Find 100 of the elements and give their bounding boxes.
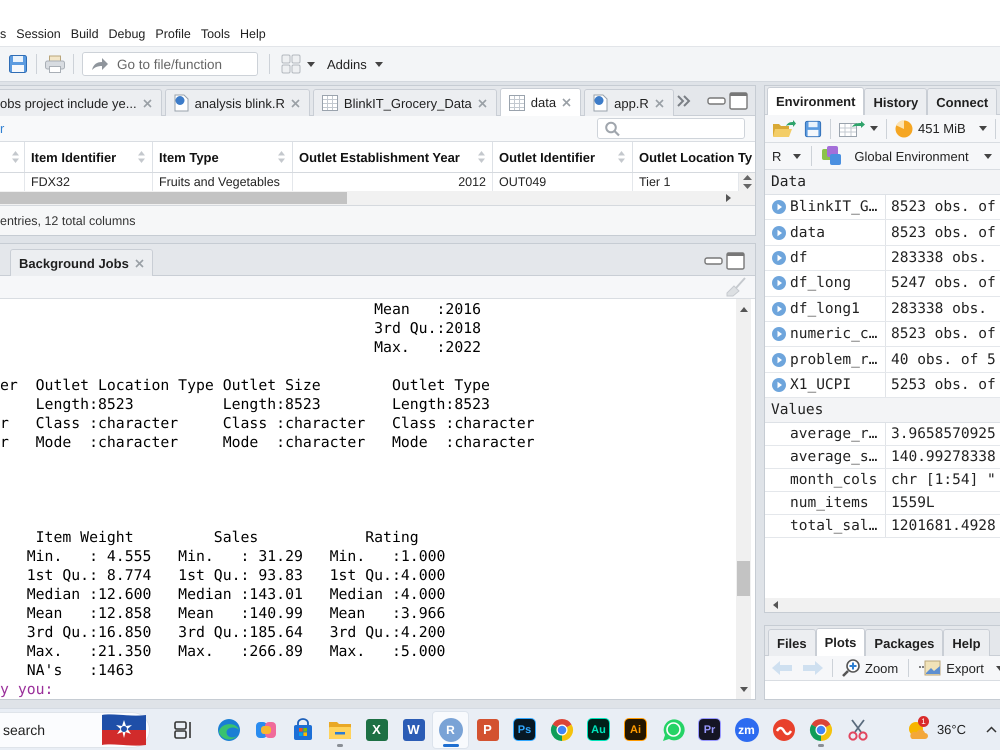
pane-tab[interactable]: Environment [767,87,864,115]
menu-item[interactable]: s [0,27,6,41]
minimize-icon[interactable] [706,96,726,104]
scrollbar-thumb[interactable] [737,561,750,596]
language-menu[interactable]: R [772,148,802,164]
scrollbar-thumb[interactable] [0,192,347,204]
variable-name[interactable]: numeric_c… [790,326,878,342]
pane-tab[interactable]: Connect [927,88,998,115]
expand-icon[interactable] [772,250,786,265]
expand-icon[interactable] [772,200,786,214]
addins-menu[interactable]: Addins [325,56,385,72]
search-field[interactable] [597,118,745,139]
pane-tab[interactable]: Background Jobs [10,249,153,276]
chevron-up-icon[interactable] [986,726,997,733]
print-icon[interactable] [45,55,65,73]
variable-name[interactable]: BlinkIT_G… [790,199,878,216]
minimize-icon[interactable] [704,256,723,264]
menu-item[interactable]: Tools [200,27,230,41]
taskbar-app-button[interactable]: X [358,710,395,748]
environment-menu[interactable]: Global Environment [822,146,992,166]
scroll-down-icon[interactable] [740,686,748,692]
sort-icon[interactable] [138,151,145,163]
memory-usage-menu[interactable]: 451 MiB [895,120,987,138]
multicolor-ring-icon [808,718,832,742]
variable-name[interactable]: problem_r… [790,352,878,368]
export-menu[interactable]: Export [919,660,1000,676]
maximize-icon[interactable] [728,92,748,110]
expand-icon[interactable] [772,226,786,240]
variable-name[interactable]: month_cols [790,472,878,488]
double-chevron-icon[interactable] [676,94,691,106]
expand-icon[interactable] [772,276,786,290]
variable-name[interactable]: X1_UCPI [790,376,852,393]
open-folder-icon[interactable] [772,120,796,138]
sort-icon[interactable] [12,151,19,163]
expand-icon[interactable] [772,352,786,367]
variable-name[interactable]: df [790,250,808,266]
taskbar-app-button[interactable]: Ps [506,710,543,748]
editor-tab[interactable]: app.R [584,89,674,116]
zoom-button[interactable]: Zoom [842,659,898,677]
caret-icon [307,62,315,66]
close-icon[interactable] [478,98,487,108]
menu-item[interactable]: Profile [155,27,191,41]
expand-icon[interactable] [772,302,786,316]
save-icon[interactable] [8,54,28,74]
maximize-icon[interactable] [726,252,745,270]
filter-link[interactable]: r [0,121,4,136]
editor-tab[interactable]: BlinkIT_Grocery_Data [312,89,497,116]
close-icon[interactable] [142,98,152,108]
editor-tab[interactable]: analysis blink.R [164,89,310,116]
scroll-left-icon[interactable] [773,601,778,609]
close-icon[interactable] [654,98,664,108]
go-to-file-field[interactable]: Go to file/function [82,52,258,76]
save-icon[interactable] [804,120,822,138]
column-header[interactable]: Item Type [153,142,293,172]
taskbar-app-button[interactable]: Pr [691,710,728,748]
variable-name[interactable]: total_sal… [790,518,878,534]
pane-tab[interactable]: History [864,88,928,115]
taskbar-app-button[interactable]: W [395,710,432,748]
close-icon[interactable] [562,98,572,107]
console-line: Max. :2022 [374,338,482,357]
taskbar-app-button[interactable]: Ai [617,710,654,748]
broom-icon[interactable] [725,277,747,297]
variable-name[interactable]: average_s… [790,449,878,466]
column-header[interactable]: Outlet Location Ty [633,142,755,172]
sort-icon[interactable] [278,151,285,163]
menu-item[interactable]: Session [16,27,61,41]
curved-arrow-icon [91,57,109,71]
column-header[interactable]: Outlet Establishment Year [293,142,493,172]
console-line: Mean :2016 [374,300,482,319]
taskbar-app-button[interactable]: Au [580,710,617,748]
pane-tab[interactable]: Help [943,629,990,656]
scroll-up-icon[interactable] [740,306,748,312]
menu-item[interactable]: Help [240,27,266,41]
variable-name[interactable]: data [790,224,825,241]
up-down-arrows-icon[interactable] [742,175,752,189]
column-header[interactable]: Outlet Identifier [493,142,633,172]
close-icon[interactable] [290,98,300,108]
variable-name[interactable]: df_long [790,275,852,292]
magnifier-plus-icon [842,659,860,677]
sort-icon[interactable] [478,151,485,163]
pane-tab[interactable]: Files [768,629,816,656]
editor-tab[interactable]: obs project include ye... [0,89,162,116]
taskbar-app-button[interactable]: zm [728,710,765,748]
editor-tab[interactable]: data [500,88,582,116]
column-header[interactable]: Item Identifier [25,142,153,172]
menu-item[interactable]: Build [70,27,99,41]
variable-name[interactable]: average_r… [790,426,878,442]
sort-icon[interactable] [618,151,625,163]
import-dataset-menu[interactable] [839,120,878,138]
close-icon[interactable] [134,258,144,268]
pane-layout-icon[interactable] [281,54,301,74]
taskbar-app-button[interactable]: P [469,710,506,748]
pane-tab[interactable]: Plots [816,628,866,656]
variable-name[interactable]: df_long1 [790,300,860,317]
expand-icon[interactable] [772,327,786,342]
variable-name[interactable]: num_items [790,495,869,512]
scroll-right-icon[interactable] [726,194,731,202]
pane-tab[interactable]: Packages [865,629,944,656]
menu-item[interactable]: Debug [108,27,146,41]
expand-icon[interactable] [772,378,786,392]
